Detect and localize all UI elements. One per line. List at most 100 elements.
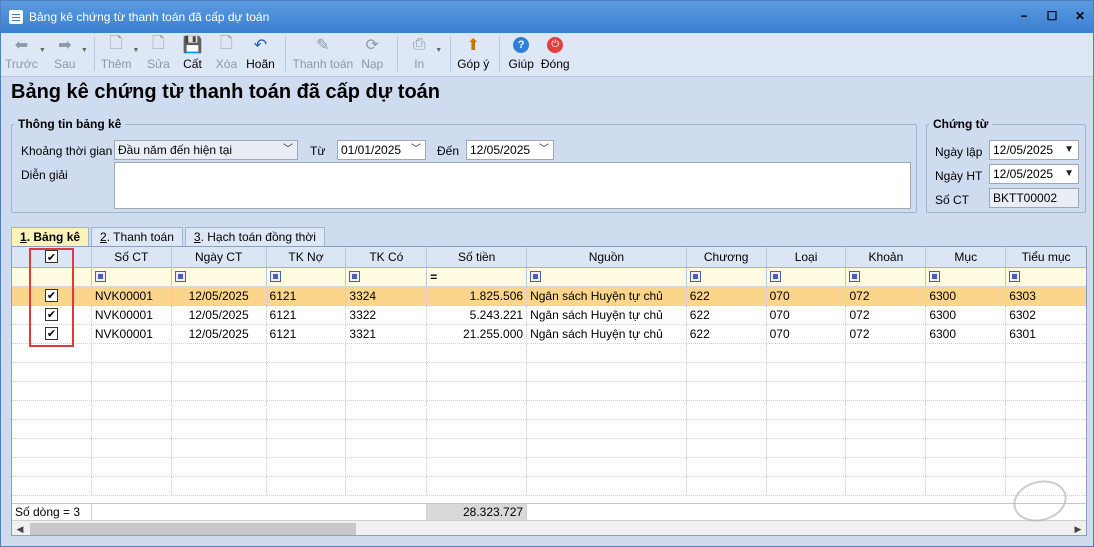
empty-cell[interactable]: [687, 458, 767, 476]
empty-cell[interactable]: [1006, 420, 1086, 438]
empty-cell[interactable]: [926, 363, 1007, 381]
table-cell[interactable]: 12/05/2025: [172, 287, 267, 305]
empty-cell[interactable]: [687, 344, 767, 362]
tab-list[interactable]: 1. Bảng kê: [11, 227, 90, 247]
empty-cell[interactable]: [527, 344, 687, 362]
empty-cell[interactable]: [1006, 363, 1086, 381]
empty-cell[interactable]: [767, 420, 847, 438]
empty-cell[interactable]: [12, 458, 92, 476]
empty-cell[interactable]: [427, 382, 528, 400]
filter-cell[interactable]: [687, 268, 767, 286]
empty-cell[interactable]: [767, 458, 847, 476]
period-select[interactable]: Đầu năm đến hiện tại ﹀: [114, 140, 298, 160]
empty-cell[interactable]: [346, 363, 428, 381]
empty-cell[interactable]: [12, 420, 92, 438]
table-row[interactable]: NVK0000112/05/2025612133225.243.221Ngân …: [12, 306, 1086, 325]
column-header[interactable]: Ngày CT: [172, 247, 267, 267]
edit-button[interactable]: 🗋 Sửa: [143, 33, 173, 75]
empty-cell[interactable]: [267, 382, 347, 400]
empty-cell[interactable]: [687, 439, 767, 457]
table-cell[interactable]: 622: [687, 287, 767, 305]
empty-cell[interactable]: [12, 363, 92, 381]
posting-date-field[interactable]: 12/05/2025 ▼: [989, 164, 1079, 184]
empty-cell[interactable]: [92, 458, 172, 476]
column-header[interactable]: Nguồn: [527, 247, 687, 267]
empty-cell[interactable]: [926, 458, 1007, 476]
empty-cell[interactable]: [346, 344, 428, 362]
empty-cell[interactable]: [346, 477, 428, 495]
empty-cell[interactable]: [527, 458, 687, 476]
table-cell[interactable]: 070: [767, 325, 847, 343]
table-row[interactable]: [12, 420, 1086, 439]
table-row[interactable]: [12, 363, 1086, 382]
table-cell[interactable]: 3324: [346, 287, 428, 305]
empty-cell[interactable]: [1006, 458, 1086, 476]
table-cell[interactable]: 072: [846, 325, 927, 343]
table-cell[interactable]: 6301: [1006, 325, 1086, 343]
payment-button[interactable]: ✎ Thanh toán: [292, 33, 353, 75]
empty-cell[interactable]: [346, 458, 428, 476]
empty-cell[interactable]: [12, 401, 92, 419]
filter-cell[interactable]: [767, 268, 847, 286]
empty-cell[interactable]: [926, 477, 1007, 495]
save-button[interactable]: 💾 Cất: [177, 33, 207, 75]
empty-cell[interactable]: [846, 382, 927, 400]
table-cell[interactable]: 5.243.221: [427, 306, 528, 324]
empty-cell[interactable]: [346, 401, 428, 419]
print-button[interactable]: ⎙ In ▼: [404, 33, 442, 75]
empty-cell[interactable]: [926, 344, 1007, 362]
table-cell[interactable]: 6303: [1006, 287, 1086, 305]
empty-cell[interactable]: [172, 344, 267, 362]
filter-cell[interactable]: [846, 268, 927, 286]
empty-cell[interactable]: [767, 439, 847, 457]
close-window-button[interactable]: ✕: [1073, 9, 1087, 23]
table-cell[interactable]: 622: [687, 306, 767, 324]
next-button[interactable]: ➡ Sau ▼: [50, 33, 88, 75]
table-cell[interactable]: 6300: [926, 325, 1007, 343]
empty-cell[interactable]: [767, 477, 847, 495]
empty-cell[interactable]: [687, 477, 767, 495]
empty-cell[interactable]: [92, 439, 172, 457]
table-cell[interactable]: NVK00001: [92, 287, 172, 305]
empty-cell[interactable]: [1006, 439, 1086, 457]
feedback-button[interactable]: ⬆ Góp ý: [457, 33, 489, 75]
empty-cell[interactable]: [527, 477, 687, 495]
empty-cell[interactable]: [92, 420, 172, 438]
empty-cell[interactable]: [926, 382, 1007, 400]
minimize-button[interactable]: −: [1017, 9, 1031, 23]
column-header[interactable]: Khoản: [846, 247, 927, 267]
tab-payment[interactable]: 2. Thanh toán: [91, 227, 183, 247]
filter-cell[interactable]: =: [427, 268, 528, 286]
add-button[interactable]: 🗋 Thêm ▼: [101, 33, 140, 75]
empty-cell[interactable]: [427, 363, 528, 381]
delete-button[interactable]: 🗋 Xóa: [211, 33, 241, 75]
empty-cell[interactable]: [12, 439, 92, 457]
empty-cell[interactable]: [92, 401, 172, 419]
column-header[interactable]: TK Nợ: [267, 247, 347, 267]
table-cell[interactable]: 070: [767, 287, 847, 305]
scroll-thumb[interactable]: [30, 523, 356, 535]
empty-cell[interactable]: [172, 401, 267, 419]
tab-accounting[interactable]: 3. Hạch toán đồng thời: [184, 227, 325, 247]
voucher-date-field[interactable]: 12/05/2025 ▼: [989, 140, 1079, 160]
empty-cell[interactable]: [687, 363, 767, 381]
filter-cell[interactable]: [267, 268, 347, 286]
empty-cell[interactable]: [846, 439, 927, 457]
empty-cell[interactable]: [267, 401, 347, 419]
table-cell[interactable]: 6121: [267, 287, 347, 305]
filter-cell[interactable]: [1006, 268, 1086, 286]
filter-cell[interactable]: [92, 268, 172, 286]
description-field[interactable]: [114, 162, 911, 209]
reload-button[interactable]: ⟳ Nạp: [357, 33, 387, 75]
empty-cell[interactable]: [767, 382, 847, 400]
empty-cell[interactable]: [846, 420, 927, 438]
empty-cell[interactable]: [267, 477, 347, 495]
table-row[interactable]: [12, 458, 1086, 477]
empty-cell[interactable]: [926, 420, 1007, 438]
table-cell[interactable]: Ngân sách Huyện tự chủ: [527, 287, 687, 305]
empty-cell[interactable]: [527, 382, 687, 400]
empty-cell[interactable]: [12, 477, 92, 495]
table-cell[interactable]: Ngân sách Huyện tự chủ: [527, 325, 687, 343]
column-header[interactable]: Số tiền: [427, 247, 528, 267]
table-cell[interactable]: 6300: [926, 306, 1007, 324]
